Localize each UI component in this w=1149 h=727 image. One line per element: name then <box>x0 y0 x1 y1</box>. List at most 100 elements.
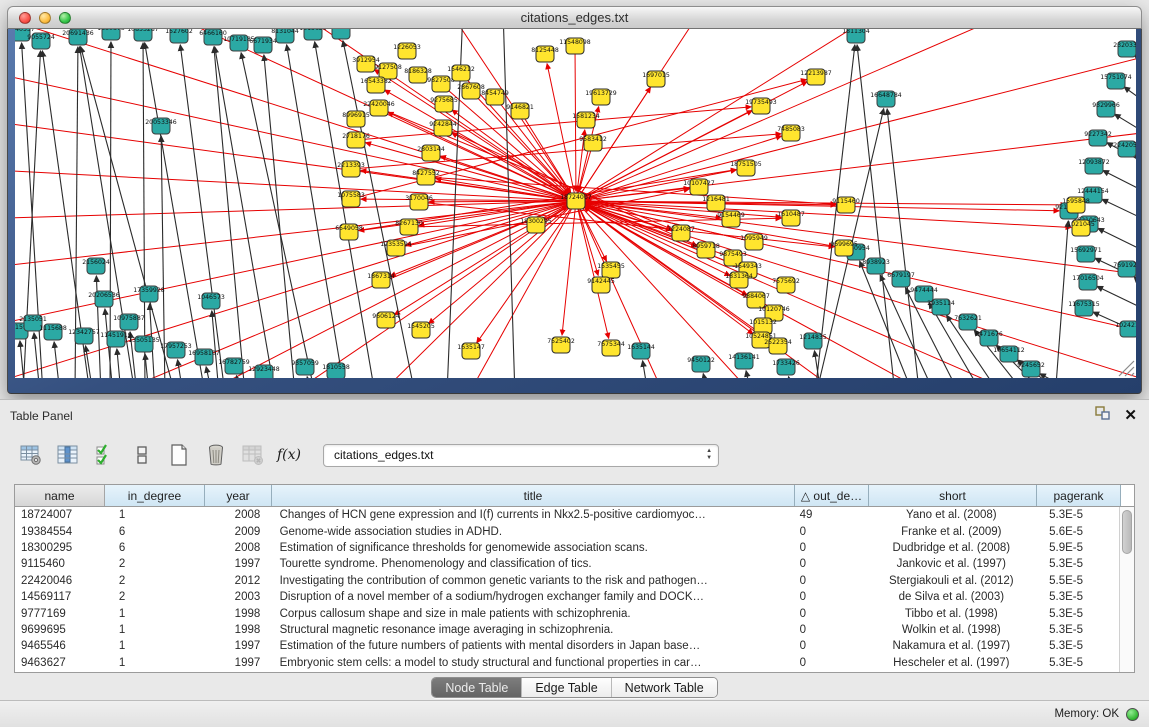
table-row[interactable]: 2242004622012Investigating the contribut… <box>15 573 1119 589</box>
column-header-title[interactable]: title <box>272 485 795 506</box>
show-columns-icon[interactable] <box>55 442 81 468</box>
graph-edge[interactable] <box>576 201 1136 339</box>
graph-edge[interactable] <box>746 371 751 378</box>
close-panel-icon[interactable]: ✕ <box>1124 408 1137 423</box>
graph-node-label: 8267130 <box>395 220 423 227</box>
graph-node-label: 8996915 <box>342 112 370 119</box>
graph-edge[interactable] <box>315 42 375 378</box>
graph-edge[interactable] <box>1040 374 1091 378</box>
delete-rows-icon[interactable] <box>203 442 229 468</box>
table-row[interactable]: 1830029562008Estimation of significance … <box>15 540 1119 556</box>
graph-edge[interactable] <box>215 47 275 378</box>
table-cell: Hescheler et al. (1997) <box>867 657 1035 669</box>
graph-node-label: 17016504 <box>1072 275 1104 282</box>
graph-node-label: 10654112 <box>993 347 1025 354</box>
table-row[interactable]: 946362711997Embryonic stem cells: a mode… <box>15 655 1119 671</box>
table-cell: 2 <box>105 558 205 570</box>
minimize-window-button[interactable] <box>39 12 51 24</box>
graph-edge[interactable] <box>178 360 183 378</box>
graph-edge[interactable] <box>814 351 821 378</box>
traffic-lights <box>19 12 71 24</box>
graph-edge[interactable] <box>789 377 793 378</box>
column-header-in_degree[interactable]: in_degree <box>105 485 205 506</box>
table-row[interactable]: 1938455462009Genome-wide association stu… <box>15 523 1119 539</box>
graph-edge[interactable] <box>562 201 576 335</box>
delete-table-icon <box>240 442 266 468</box>
table-row[interactable]: 977716911998Corpus callosum shape and si… <box>15 605 1119 621</box>
table-cell: Estimation of the future numbers of pati… <box>272 640 794 652</box>
column-header-pagerank[interactable]: pagerank <box>1037 485 1121 506</box>
table-row[interactable]: 969969511998Structural magnetic resonanc… <box>15 622 1119 638</box>
graph-node-label: 9055724 <box>27 34 55 41</box>
graph-edge[interactable] <box>161 136 165 378</box>
graph-edge[interactable] <box>703 374 708 378</box>
graph-edge[interactable] <box>1098 228 1136 266</box>
graph-node-label: 1024217 <box>1115 322 1136 329</box>
table-cell: 0 <box>794 624 868 636</box>
tab-node-table[interactable]: Node Table <box>432 678 522 697</box>
scrollbar-thumb[interactable] <box>1122 510 1132 554</box>
table-cell: 1997 <box>205 558 272 570</box>
graph-node-label: 9146821 <box>506 104 534 111</box>
table-settings-icon[interactable] <box>18 442 44 468</box>
graph-edge[interactable] <box>241 53 315 378</box>
graph-edge[interactable] <box>117 349 121 378</box>
graph-edge[interactable] <box>214 47 245 378</box>
graph-edge[interactable] <box>1135 55 1136 89</box>
table-row[interactable]: 1456911722003Disruption of a novel membe… <box>15 589 1119 605</box>
column-header-year[interactable]: year <box>205 485 272 506</box>
graph-edge[interactable] <box>1124 87 1136 124</box>
graph-edge[interactable] <box>307 377 311 378</box>
table-cell: 0 <box>794 608 868 620</box>
graph-edge[interactable] <box>145 43 205 378</box>
graph-node-label: 8427552 <box>412 170 440 177</box>
table-row[interactable]: 946554611997Estimation of the future num… <box>15 638 1119 654</box>
graph-edge[interactable] <box>1135 155 1136 189</box>
graph-edge[interactable] <box>1102 199 1136 234</box>
table-row[interactable]: 911546021997Tourette syndrome. Phenomeno… <box>15 556 1119 572</box>
graph-edge[interactable] <box>1134 276 1136 319</box>
network-window-titlebar[interactable]: citations_edges.txt <box>7 6 1142 29</box>
graph-edge[interactable] <box>110 42 111 378</box>
table-row[interactable]: 1872400712008Changes of HCN gene express… <box>15 507 1119 523</box>
float-panel-icon[interactable] <box>1095 406 1110 425</box>
graph-node-label: 2522354 <box>764 339 792 346</box>
graph-node-label: 1095949 <box>740 235 768 242</box>
graph-edge[interactable] <box>547 64 576 201</box>
tab-edge-table[interactable]: Edge Table <box>522 678 611 697</box>
close-window-button[interactable] <box>19 12 31 24</box>
canvas-resize-grip[interactable] <box>1119 361 1134 376</box>
select-rows-icon[interactable] <box>92 442 118 468</box>
graph-edge[interactable] <box>576 201 1136 279</box>
function-builder-icon[interactable]: f(x) <box>277 447 301 463</box>
graph-edge[interactable] <box>143 43 145 378</box>
table-cell: 2008 <box>205 509 272 521</box>
graph-node-label: 12923448 <box>248 366 280 373</box>
table-cell: 5.3E-5 <box>1035 624 1119 636</box>
tab-network-table[interactable]: Network Table <box>612 678 717 697</box>
column-header-name[interactable]: name <box>15 485 105 506</box>
row-height-icon[interactable] <box>129 442 155 468</box>
graph-edge[interactable] <box>34 333 40 378</box>
graph-node-label: 1549343 <box>734 263 762 270</box>
table-scrollbar[interactable] <box>1119 507 1134 672</box>
graph-node-label: 9227342 <box>1084 131 1112 138</box>
graph-edge[interactable] <box>643 361 648 378</box>
graph-edge[interactable] <box>351 134 781 169</box>
graph-edge[interactable] <box>287 45 345 378</box>
network-canvas[interactable]: 1940557905572420691436185087310853287152… <box>15 29 1136 378</box>
table-cell: 9699695 <box>15 624 105 636</box>
column-header-out_de[interactable]: △ out_de… <box>795 485 869 506</box>
column-header-short[interactable]: short <box>869 485 1037 506</box>
graph-edge[interactable] <box>206 367 212 378</box>
memory-status-indicator[interactable] <box>1126 708 1139 721</box>
graph-edge[interactable] <box>576 111 752 201</box>
graph-edge[interactable] <box>1097 286 1136 324</box>
graph-edge[interactable] <box>54 342 60 378</box>
graph-node-label: 9450122 <box>687 357 715 364</box>
zoom-window-button[interactable] <box>59 12 71 24</box>
table-cell: 6 <box>105 542 205 554</box>
graph-edge[interactable] <box>145 354 149 378</box>
new-table-icon[interactable] <box>166 442 192 468</box>
table-selector-dropdown[interactable]: citations_edges.txt ▲▼ <box>323 444 719 467</box>
